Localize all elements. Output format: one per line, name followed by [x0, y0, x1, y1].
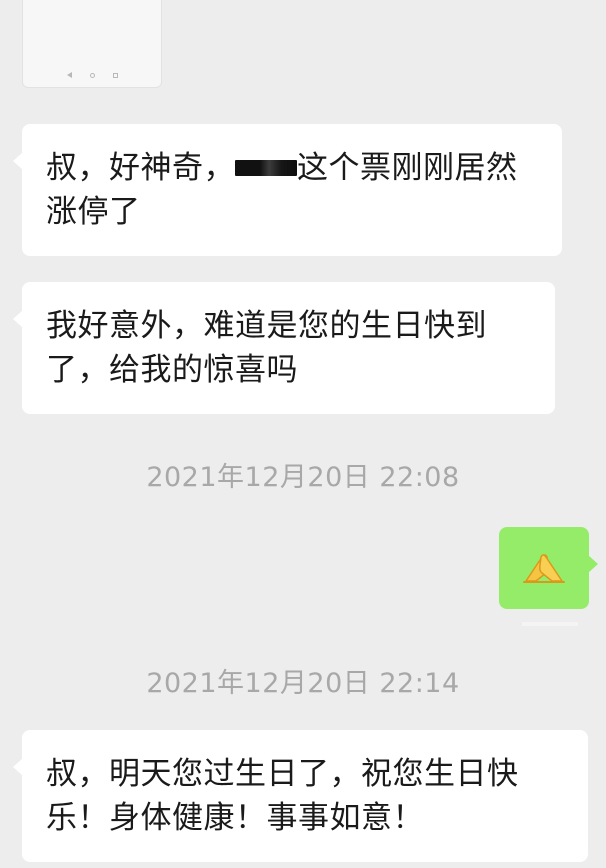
folded-hands-icon — [522, 551, 566, 585]
thumbnail-nav-bar — [23, 69, 161, 81]
timestamp: 2021年12月20日 22:14 — [146, 668, 460, 699]
message-line: 涨停了 — [46, 194, 141, 230]
message-line: 我好意外，难道是您的生日快到 — [46, 308, 487, 344]
message-text: 这个票刚刚居然 — [297, 150, 518, 186]
image-message[interactable] — [22, 0, 162, 88]
incoming-message-bubble[interactable]: 叔，明天您过生日了，祝您生日快 乐！身体健康！事事如意！ — [13, 730, 588, 862]
message-line: 叔，明天您过生日了，祝您生日快 — [46, 756, 519, 792]
incoming-message-bubble[interactable]: 叔，好神奇， 这个票刚刚居然 涨停了 — [13, 124, 562, 256]
back-icon — [66, 72, 72, 78]
timestamp: 2021年12月20日 22:08 — [146, 462, 460, 493]
message-line: 乐！身体健康！事事如意！ — [46, 800, 424, 836]
incoming-message-bubble[interactable]: 我好意外，难道是您的生日快到 了，给我的惊喜吗 — [13, 282, 555, 414]
home-icon — [89, 72, 95, 78]
message-line: 了，给我的惊喜吗 — [46, 352, 298, 388]
message-line: 叔，好神奇， 这个票刚刚居然 — [46, 146, 536, 190]
recents-icon — [112, 72, 118, 78]
outgoing-message-bubble[interactable] — [499, 527, 598, 609]
message-text: 叔，好神奇， — [46, 150, 235, 186]
redacted-block — [235, 159, 297, 176]
divider-artifact — [522, 622, 578, 626]
